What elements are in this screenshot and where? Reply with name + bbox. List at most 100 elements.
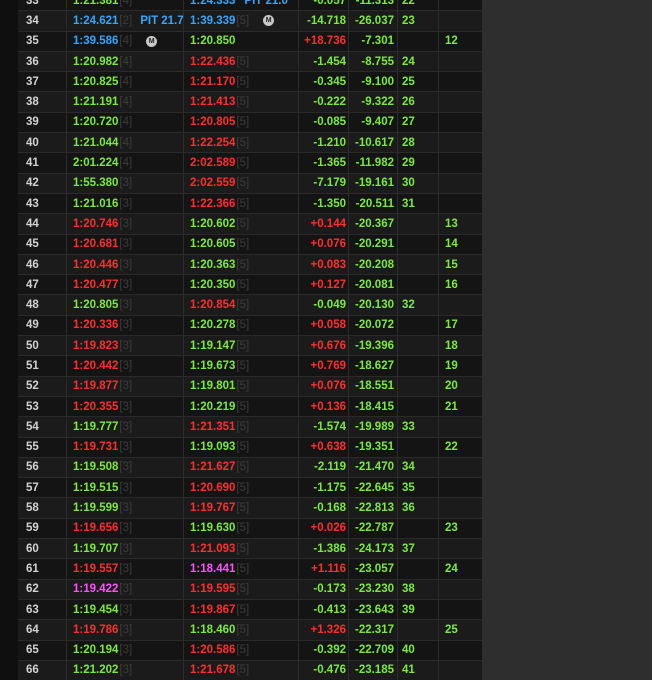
driver-b-faster-count: 41 [402,664,415,677]
pit-stop-icon[interactable]: M [146,35,158,47]
cumulative-gap: -9.100 [361,75,394,88]
driver-b-laptime: 1:20.805 [5] [190,116,250,129]
column-divider [183,193,184,214]
table-row[interactable]: 43 1:21.016 [3] 1:22.366 [5] -1.350 -20.51… [18,192,482,214]
driver-b-faster-count: 36 [402,502,415,515]
column-divider [348,214,349,234]
table-row[interactable]: 59 1:19.656 [3] 1:19.630 [5] +0.026 -22.78… [18,517,482,539]
column-divider [183,579,184,599]
cumulative-gap: -19.351 [354,441,394,454]
table-row[interactable]: 65 1:20.194 [3] 1:20.586 [5] -0.392 -22.70… [18,639,482,660]
column-divider [438,356,439,376]
driver-b-faster-count: 29 [402,157,415,170]
table-row[interactable]: 58 1:19.599 [3] 1:19.767 [5] -0.168 -22.81… [18,497,482,518]
column-divider [438,112,439,133]
column-divider [348,640,349,660]
cumulative-gap: -10.617 [354,136,394,149]
table-row[interactable]: 49 1:20.336 [3] 1:20.278 [5] +0.058 -20.07… [18,314,482,336]
lap-number: 36 [26,55,39,68]
lap-number: 58 [26,502,39,515]
column-divider [66,518,67,539]
table-row[interactable]: 36 1:20.982 [4] 1:22.436 [5] -1.454 -8.755… [18,50,482,72]
column-divider [183,336,184,356]
lap-number: 53 [26,400,39,413]
table-row[interactable]: 35 1:39.586 [4] M 1:20.850 +18.736 -7.301… [18,30,482,51]
table-row[interactable]: 39 1:20.720 [4] 1:20.805 [5] -0.085 -9.407… [18,111,482,133]
cumulative-gap: -9.407 [361,116,394,129]
driver-b-laptime: 1:18.441 [5] [190,562,250,575]
table-row[interactable]: 63 1:19.454 [3] 1:19.867 [5] -0.413 -23.64… [18,598,482,620]
table-row[interactable]: 42 1:55.380 [3] 2:02.559 [5] -7.179 -19.16… [18,172,482,193]
driver-a-faster-count: 16 [445,278,458,291]
table-row[interactable]: 48 1:20.805 [3] 1:20.854 [5] -0.049 -20.13… [18,294,482,315]
table-row[interactable]: 37 1:20.825 [4] 1:21.170 [5] -0.345 -9.100… [18,71,482,92]
driver-b-laptime: 2:02.559 [5] [190,177,250,190]
driver-a-faster-count: 22 [445,441,458,454]
table-row[interactable]: 46 1:20.446 [3] 1:20.363 [5] +0.083 -20.20… [18,253,482,275]
pit-stop-icon[interactable]: M [263,15,275,27]
column-divider [438,295,439,315]
column-divider [397,295,398,315]
column-divider [438,539,439,559]
table-row[interactable]: 50 1:19.823 [3] 1:19.147 [5] +0.676 -19.39… [18,335,482,356]
column-divider [348,620,349,640]
table-row[interactable]: 40 1:21.044 [4] 1:22.254 [5] -1.210 -10.61… [18,132,482,153]
column-divider [183,133,184,153]
table-row[interactable]: 60 1:19.707 [3] 1:21.093 [5] -1.386 -24.17… [18,538,482,559]
column-divider [348,11,349,31]
lap-number: 48 [26,299,39,312]
driver-b-faster-count: 39 [402,603,415,616]
table-row[interactable]: 34 1:24.621 [2] PIT 21.7 1:39.339 [5] M -1… [18,10,482,31]
table-row[interactable]: 54 1:19.777 [3] 1:21.351 [5] -1.574 -19.98… [18,416,482,437]
lap-delta: +0.127 [310,278,347,291]
column-divider [397,153,398,173]
table-row[interactable]: 41 2:01.224 [4] 2:02.589 [5] -1.365 -11.98… [18,152,482,173]
driver-b-laptime: 1:20.854 [5] [190,299,250,312]
table-row[interactable]: 45 1:20.681 [3] 1:20.605 [5] +0.076 -20.29… [18,233,482,254]
table-row[interactable]: 61 1:19.557 [3] 1:18.441 [5] +1.116 -23.05… [18,558,482,579]
column-divider [397,133,398,153]
driver-b-laptime: 1:21.093 [5] [190,542,250,555]
table-row[interactable]: 56 1:19.508 [3] 1:21.627 [5] -2.119 -21.47… [18,456,482,478]
cumulative-gap: -22.813 [354,502,394,515]
table-row[interactable]: 57 1:19.515 [3] 1:20.690 [5] -1.175 -22.64… [18,477,482,498]
lap-number: 44 [26,217,39,230]
cumulative-gap: -20.130 [354,299,394,312]
column-divider [66,295,67,315]
lap-delta: -0.476 [313,664,346,677]
driver-a-laptime: 1:20.982 [4] [73,55,133,68]
table-row[interactable]: 64 1:19.786 [3] 1:18.460 [5] +1.326 -22.31… [18,619,482,640]
driver-a-laptime: 1:19.731 [3] [73,441,133,454]
lap-number: 54 [26,420,39,433]
column-divider [397,356,398,376]
driver-b-laptime: 1:19.630 [5] [190,522,250,535]
lap-delta: -1.454 [313,55,346,68]
column-divider [438,92,439,112]
column-divider [397,539,398,559]
driver-a-laptime: 1:20.805 [3] [73,299,133,312]
table-row[interactable]: 52 1:19.877 [3] 1:19.801 [5] +0.076 -18.55… [18,375,482,396]
table-row[interactable]: 51 1:20.442 [3] 1:19.673 [5] +0.769 -18.62… [18,355,482,376]
column-divider [66,356,67,376]
column-divider [438,396,439,417]
lap-delta: +0.676 [310,339,347,352]
table-row[interactable]: 47 1:20.477 [3] 1:20.350 [5] +0.127 -20.08… [18,274,482,295]
column-divider [348,559,349,579]
lap-delta: +0.638 [310,441,347,454]
table-row[interactable]: 55 1:19.731 [3] 1:19.093 [5] +0.638 -19.35… [18,436,482,457]
column-divider [66,51,67,72]
driver-a-laptime: 1:19.777 [3] [73,420,133,433]
lap-number: 57 [26,481,39,494]
cumulative-gap: -7.301 [361,35,394,48]
driver-b-laptime: 1:21.627 [5] [190,461,250,474]
table-row[interactable]: 38 1:21.191 [4] 1:21.413 [5] -0.222 -9.322… [18,91,482,112]
table-row[interactable]: 62 1:19.422 [3] 1:19.595 [5] -0.173 -23.23… [18,578,482,599]
driver-a-laptime: 1:20.825 [4] [73,75,133,88]
table-row[interactable]: 44 1:20.746 [3] 1:20.602 [5] +0.144 -20.36… [18,213,482,234]
driver-b-laptime: 1:21.351 [5] [190,420,250,433]
table-row[interactable]: 53 1:20.355 [3] 1:20.219 [5] +0.136 -18.41… [18,395,482,417]
table-row[interactable]: 66 1:21.202 [3] 1:21.678 [5] -0.476 -23.18… [18,659,482,680]
table-row[interactable]: 33 1:21.381 [4] 1:24.333 PIT 21.0 -0.057 … [18,0,482,11]
column-divider [348,579,349,599]
driver-b-faster-count: 27 [402,116,415,129]
